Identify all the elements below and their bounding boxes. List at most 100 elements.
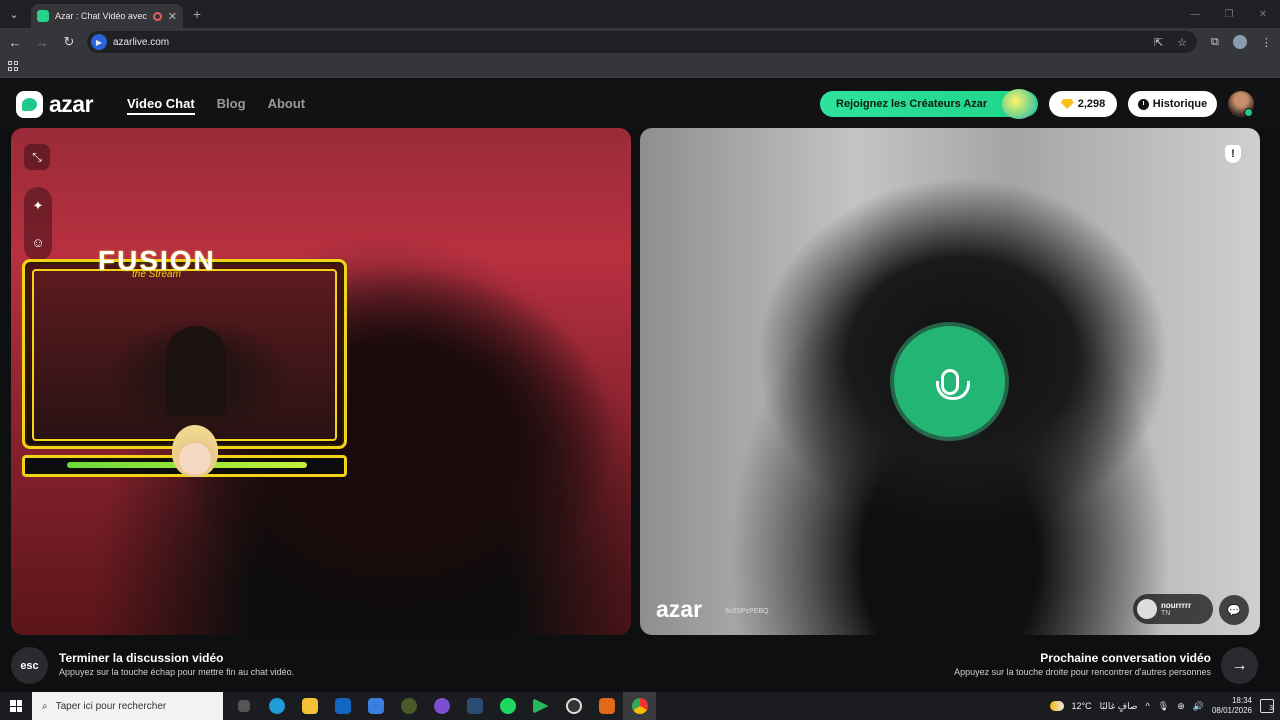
gem-icon (1060, 99, 1074, 109)
search-icon: ⌕ (42, 700, 48, 712)
nav-video-chat[interactable]: Video Chat (127, 96, 195, 115)
next-chat-title: Prochaine conversation vidéo (1040, 651, 1211, 665)
azar-logo[interactable]: azar (16, 91, 94, 118)
site-info-icon[interactable]: ▶ (91, 34, 107, 50)
app-icon-1[interactable] (392, 692, 425, 720)
app-icon-2[interactable] (425, 692, 458, 720)
start-button[interactable] (0, 700, 32, 712)
outlook-icon[interactable] (326, 692, 359, 720)
bookmarks-bar (0, 56, 1280, 78)
close-tab-icon[interactable]: ✕ (168, 10, 177, 23)
creators-badge-icon (1002, 89, 1036, 119)
minimize-icon[interactable]: — (1178, 0, 1212, 28)
clock[interactable]: 18:34 08/01/2026 (1212, 696, 1252, 716)
peer-avatar (1137, 599, 1157, 619)
edge-icon[interactable] (260, 692, 293, 720)
system-tray: 12°C صافٍ غالبًا ^ 🎙 ⊕ 🔊 18:34 08/01/202… (1049, 692, 1280, 720)
taskbar-apps (227, 692, 656, 720)
sparkle-effects-icon[interactable]: ✦ (33, 198, 44, 214)
close-window-icon[interactable]: ✕ (1246, 0, 1280, 28)
overlay-person (166, 326, 226, 416)
url-text: azarlive.com (113, 36, 170, 48)
mascot-icon (172, 425, 218, 477)
peer-country: TN (1161, 610, 1171, 617)
azar-favicon-icon (37, 10, 49, 22)
site-header: azar Video Chat Blog About Rejoignez les… (0, 79, 1280, 129)
effects-toolbar: ✦ ☺ (24, 187, 52, 261)
search-placeholder: Taper ici pour rechercher (55, 700, 167, 712)
peer-profile[interactable]: nourrrrr TN (1133, 594, 1213, 624)
next-arrow-button[interactable]: → (1221, 647, 1258, 684)
browser-toolbar: ← → ↻ ▶ azarlive.com ⇱ ☆ ⧉ ⋮ (0, 28, 1280, 56)
next-chat-hint: Appuyez sur la touche droite pour rencon… (954, 667, 1211, 677)
end-chat-hint: Appuyez sur la touche échap pour mettre … (59, 667, 295, 677)
recording-icon (152, 11, 162, 21)
forward-icon[interactable]: → (30, 30, 54, 54)
date: 08/01/2026 (1211, 706, 1252, 715)
face-filter-icon[interactable]: ☺ (31, 235, 44, 250)
app-icon-3[interactable] (524, 692, 557, 720)
temperature: 12°C (1071, 701, 1092, 711)
reload-icon[interactable]: ↻ (57, 30, 81, 54)
browser-tab[interactable]: Azar : Chat Vidéo avec de n ✕ (31, 4, 183, 28)
extensions-icon[interactable]: ⧉ (1211, 36, 1219, 49)
mic-indicator (894, 326, 1005, 437)
tab-search-icon[interactable]: ⌄ (3, 3, 25, 25)
menu-kebab-icon[interactable]: ⋮ (1261, 36, 1272, 49)
volume-icon[interactable]: 🔊 (1193, 701, 1204, 712)
clock-icon (1137, 98, 1149, 110)
gems-count: 2,298 (1077, 98, 1106, 110)
microphone-icon (935, 368, 970, 400)
azar-logo-icon (16, 91, 43, 118)
remote-video: ! azar 6c0SPcPEBQ nourrrrr TN 💬 (640, 128, 1260, 635)
obs-icon[interactable] (557, 692, 590, 720)
history-button[interactable]: Historique (1128, 91, 1217, 117)
new-tab-icon[interactable]: + (193, 6, 201, 22)
task-view-icon[interactable] (227, 692, 260, 720)
back-icon[interactable]: ← (3, 30, 27, 54)
gems-button[interactable]: 2,298 (1049, 91, 1117, 117)
main-nav: Video Chat Blog About (127, 96, 305, 115)
overlay-webcam (32, 269, 337, 441)
overlay-frame (22, 259, 347, 449)
tray-chevron-icon[interactable]: ^ (1146, 701, 1150, 711)
spotify-icon[interactable] (491, 692, 524, 720)
browser-tabbar: ⌄ Azar : Chat Vidéo avec de n ✕ + — ❐ ✕ (0, 0, 1280, 28)
end-chat-title: Terminer la discussion vidéo (59, 651, 224, 665)
weather-text: صافٍ غالبًا (1099, 700, 1138, 711)
profile-icon[interactable] (1232, 35, 1247, 49)
os-taskbar: ⌕ Taper ici pour rechercher 12°C صافٍ غا… (0, 692, 1280, 720)
window-controls: — ❐ ✕ (1178, 0, 1280, 28)
join-creators-button[interactable]: Rejoignez les Créateurs Azar (820, 89, 1038, 119)
nav-blog[interactable]: Blog (217, 96, 246, 115)
creators-label: Rejoignez les Créateurs Azar (836, 98, 988, 110)
tab-title: Azar : Chat Vidéo avec de n (55, 11, 147, 21)
chrome-icon[interactable] (623, 692, 656, 720)
file-explorer-icon[interactable] (293, 692, 326, 720)
steam-icon[interactable] (458, 692, 491, 720)
bookmark-star-icon[interactable]: ☆ (1177, 36, 1187, 49)
install-app-icon[interactable]: ⇱ (1154, 36, 1163, 49)
time: 18:34 (1231, 696, 1252, 705)
app-icon-4[interactable] (590, 692, 623, 720)
azar-watermark: azar (656, 596, 703, 622)
address-bar[interactable]: ▶ azarlive.com ⇱ ☆ (87, 31, 1197, 53)
network-icon[interactable]: ⊕ (1177, 701, 1185, 712)
logo-text: azar (49, 91, 94, 117)
apps-grid-icon[interactable] (8, 61, 18, 71)
weather-icon[interactable] (1049, 701, 1064, 711)
windows-logo-icon (10, 700, 22, 712)
minimize-video-icon[interactable]: ⤡ (24, 144, 50, 170)
shortcut-hints: esc Terminer la discussion vidéo Appuyez… (0, 641, 1280, 692)
nav-about[interactable]: About (268, 96, 306, 115)
restore-icon[interactable]: ❐ (1212, 0, 1246, 28)
chat-button[interactable]: 💬 (1219, 595, 1249, 625)
peer-name: nourrrrr (1161, 601, 1192, 610)
report-icon[interactable]: ! (1225, 145, 1241, 163)
overlay-subtitle: the Stream (132, 269, 181, 280)
taskbar-search[interactable]: ⌕ Taper ici pour rechercher (32, 692, 223, 720)
microphone-tray-icon[interactable]: 🎙 (1158, 701, 1169, 712)
store-icon[interactable] (359, 692, 392, 720)
esc-button[interactable]: esc (11, 647, 48, 684)
notification-icon[interactable]: 3 (1260, 699, 1274, 713)
